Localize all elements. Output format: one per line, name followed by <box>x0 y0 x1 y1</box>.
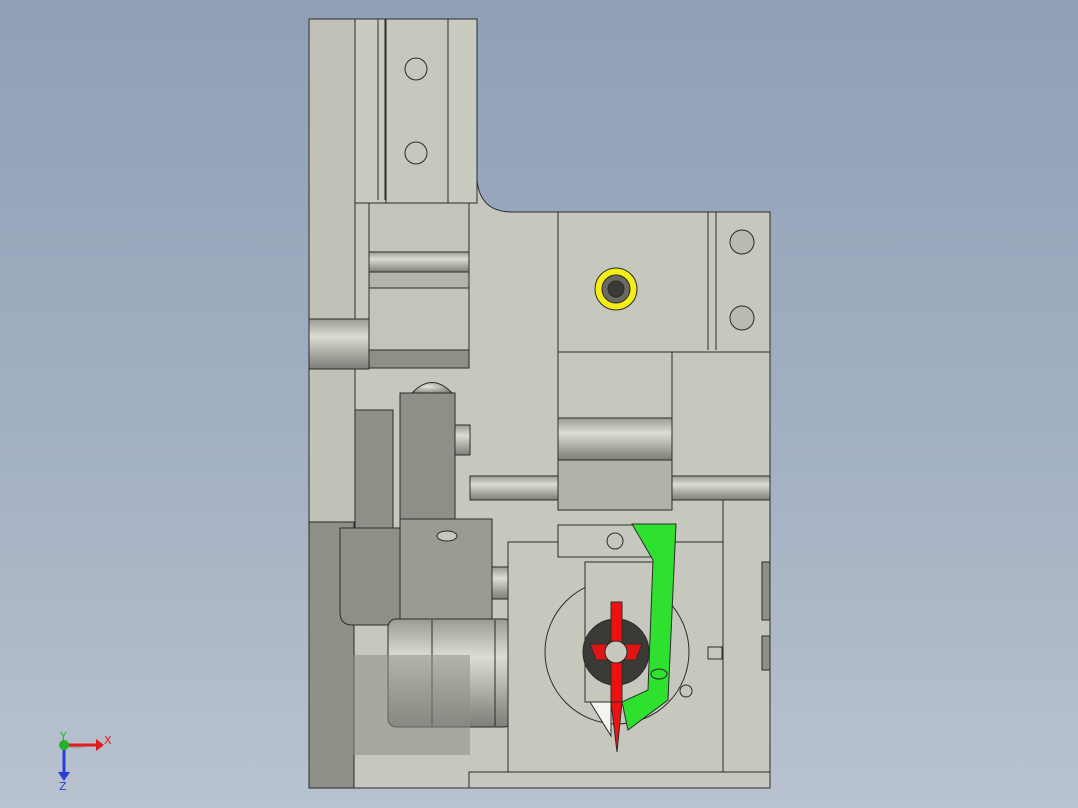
yellow-bolt-center <box>607 280 625 298</box>
actuator-collar <box>454 424 471 456</box>
plate-hole-1 <box>729 229 755 255</box>
plunger-cylinder <box>557 417 673 461</box>
gear-teeth <box>761 561 771 621</box>
left-rail <box>308 18 356 320</box>
x-axis-label: X <box>104 734 112 747</box>
dark-ledge <box>368 349 470 369</box>
actuator-slot <box>436 530 458 542</box>
needle-pivot <box>604 640 628 664</box>
guide-inner-plate <box>385 18 449 204</box>
plate-hole-2 <box>729 305 755 331</box>
left-rail-lower <box>308 368 356 530</box>
actuator-body <box>354 409 394 531</box>
lower-shadow <box>340 655 470 755</box>
model-canvas[interactable]: X Y Z <box>0 0 1078 808</box>
y-axis-label: Y <box>59 730 67 743</box>
coordinate-triad[interactable]: X Y Z <box>58 730 112 793</box>
carrier-hole-right <box>679 684 693 698</box>
plunger-base <box>557 459 673 511</box>
slider-rib-2 <box>368 271 470 289</box>
pivot-hole <box>606 532 624 550</box>
green-link-slot <box>650 668 668 680</box>
plunger-right-block <box>671 351 771 477</box>
gear-teeth-2 <box>761 635 771 671</box>
hole-1 <box>404 57 428 81</box>
left-boss <box>308 318 370 370</box>
plunger-housing <box>557 351 673 419</box>
frame-tab <box>707 646 723 660</box>
slider-rib <box>368 251 470 273</box>
bottom-strip <box>468 771 771 789</box>
hole-2 <box>404 141 428 165</box>
cad-viewport[interactable]: X Y Z <box>0 0 1078 808</box>
x-axis-arrow <box>96 739 104 751</box>
z-axis-label: Z <box>59 780 67 793</box>
actuator-bracket <box>339 527 401 626</box>
